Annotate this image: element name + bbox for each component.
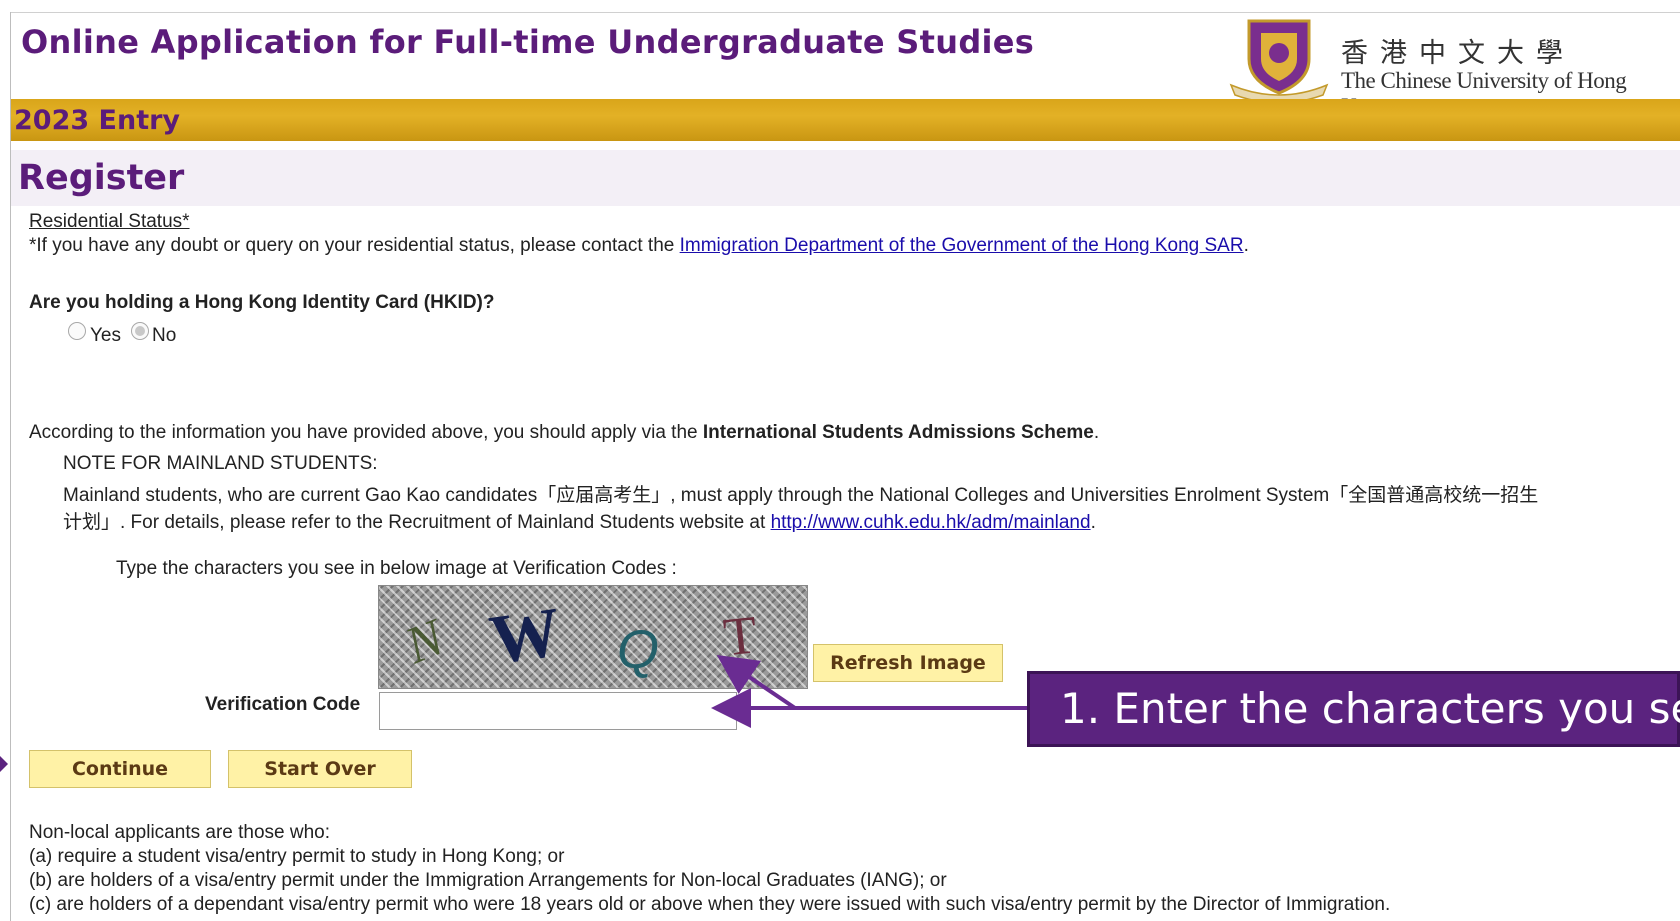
page-header: Register [11,150,1680,206]
instruction-callout: 1. Enter the characters you see [1027,671,1680,747]
mainland-note-line2: 计划」. For details, please refer to the Re… [63,507,1096,534]
hkid-no-label[interactable]: No [152,325,176,347]
immigration-department-link[interactable]: Immigration Department of the Government… [680,235,1244,256]
callout-text: 1. Enter the characters you see [1060,684,1680,733]
nonlocal-item-c: (c) are holders of a dependant visa/entr… [29,894,1391,915]
university-crest-icon [1229,19,1329,101]
university-name-chinese: 香港中文大學 [1341,38,1575,69]
captcha-char-1: N [397,608,455,675]
captcha-char-3: Q [617,620,659,680]
scheme-message: According to the information you have pr… [29,422,1099,444]
captcha-char-2: W [485,594,565,680]
scheme-suffix: . [1093,422,1100,443]
mainland-note-line2-suffix: . [1090,512,1096,533]
left-pointer-icon [0,756,8,772]
residential-status-label: Residential Status* [29,211,190,232]
residential-note-suffix: . [1243,235,1249,256]
verification-code-label: Verification Code [205,694,361,715]
mainland-note-line2-text: 计划」. For details, please refer to the Re… [63,512,771,533]
captcha-instruction: Type the characters you see in below ima… [116,558,677,579]
continue-button[interactable]: Continue [29,750,211,788]
refresh-image-button[interactable]: Refresh Image [813,644,1003,682]
nonlocal-item-a: (a) require a student visa/entry permit … [29,846,565,867]
captcha-characters: N W Q T [397,594,760,680]
page: Online Application for Full-time Undergr… [0,0,1680,921]
captcha-image: N W Q T [378,585,808,689]
hkid-question: Are you holding a Hong Kong Identity Car… [29,292,495,313]
scheme-prefix: According to the information you have pr… [29,422,703,443]
page-title: Register [18,158,185,198]
entry-bar: 2023 Entry [11,99,1680,141]
residential-note-text: *If you have any doubt or query on your … [29,235,680,256]
hkid-no-radio[interactable] [131,322,149,340]
hkid-yes-radio[interactable] [68,322,86,340]
hkid-yes-label[interactable]: Yes [90,325,121,347]
entry-year-label: 2023 Entry [14,105,181,136]
nonlocal-intro: Non-local applicants are those who: [29,822,331,843]
header: Online Application for Full-time Undergr… [11,13,1680,119]
start-over-button[interactable]: Start Over [228,750,412,788]
captcha-char-4: T [721,604,760,667]
mainland-note-heading: NOTE FOR MAINLAND STUDENTS: [63,453,378,474]
left-divider [10,12,11,921]
nonlocal-item-b: (b) are holders of a visa/entry permit u… [29,870,947,891]
verification-code-input[interactable] [379,692,737,730]
mainland-note-line1: Mainland students, who are current Gao K… [63,485,1539,506]
residential-status-note: *If you have any doubt or query on your … [29,235,1249,257]
mainland-students-link[interactable]: http://www.cuhk.edu.hk/adm/mainland [771,512,1091,533]
scheme-name: International Students Admissions Scheme [702,422,1094,443]
app-title: Online Application for Full-time Undergr… [21,23,1035,61]
